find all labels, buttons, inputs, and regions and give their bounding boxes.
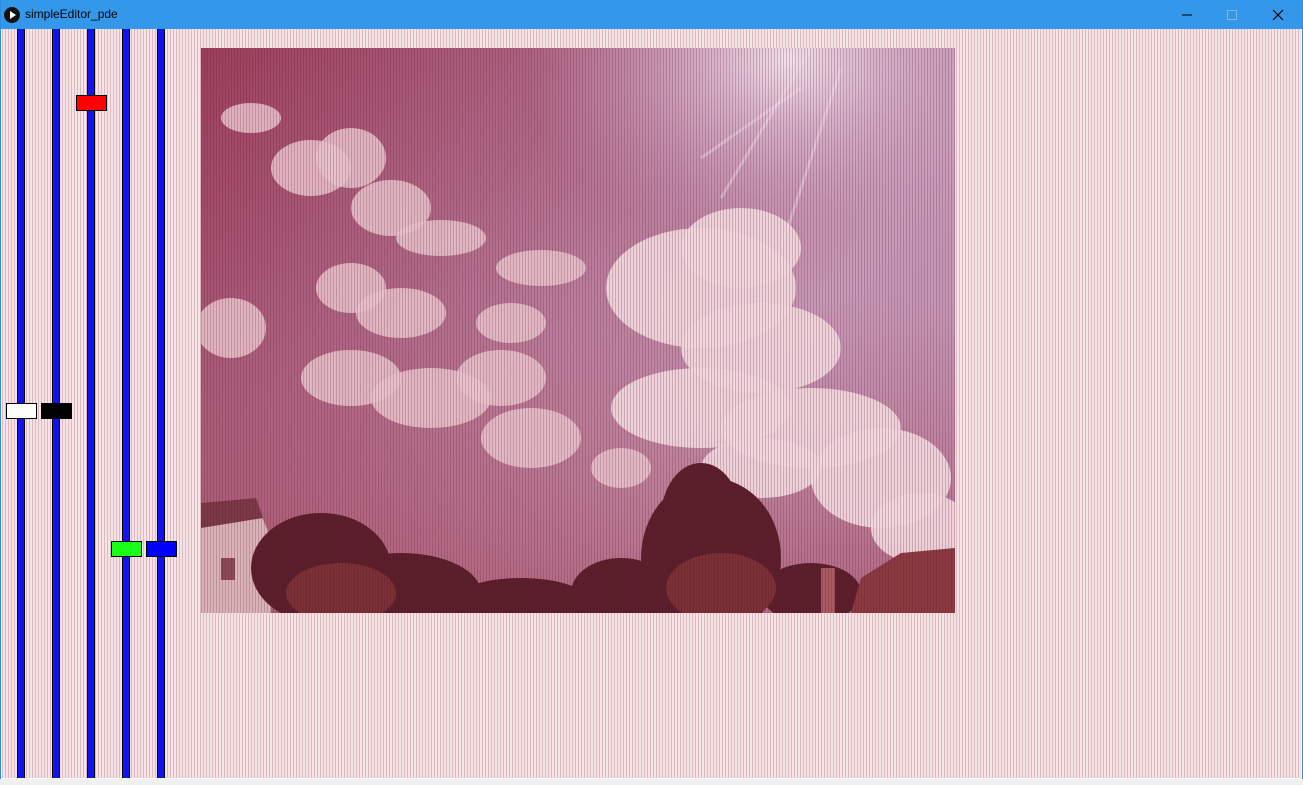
slider-track-green[interactable]: [122, 29, 130, 778]
close-button[interactable]: [1255, 0, 1301, 29]
minimize-button[interactable]: [1164, 0, 1210, 29]
slider-handle-black[interactable]: [41, 403, 72, 419]
slider-handle-green[interactable]: [111, 541, 142, 557]
slider-track-red[interactable]: [87, 29, 95, 778]
processing-play-icon: [4, 7, 20, 23]
slider-handle-red[interactable]: [76, 95, 107, 111]
edited-photo: [201, 48, 955, 613]
minimize-icon: [1182, 14, 1192, 16]
maximize-button[interactable]: [1209, 0, 1255, 29]
title-bar[interactable]: simpleEditor_pde: [1, 0, 1302, 29]
window-title: simpleEditor_pde: [25, 7, 118, 21]
sketch-canvas[interactable]: [2, 29, 1301, 778]
maximize-icon: [1227, 10, 1237, 20]
close-icon: [1272, 9, 1284, 21]
window-bottom-edge: [0, 779, 1303, 785]
slider-handle-blue[interactable]: [146, 541, 177, 557]
slider-track-blue[interactable]: [157, 29, 165, 778]
sky-photo-image: [201, 48, 955, 613]
slider-handle-white[interactable]: [6, 403, 37, 419]
app-window: simpleEditor_pde: [0, 0, 1303, 780]
